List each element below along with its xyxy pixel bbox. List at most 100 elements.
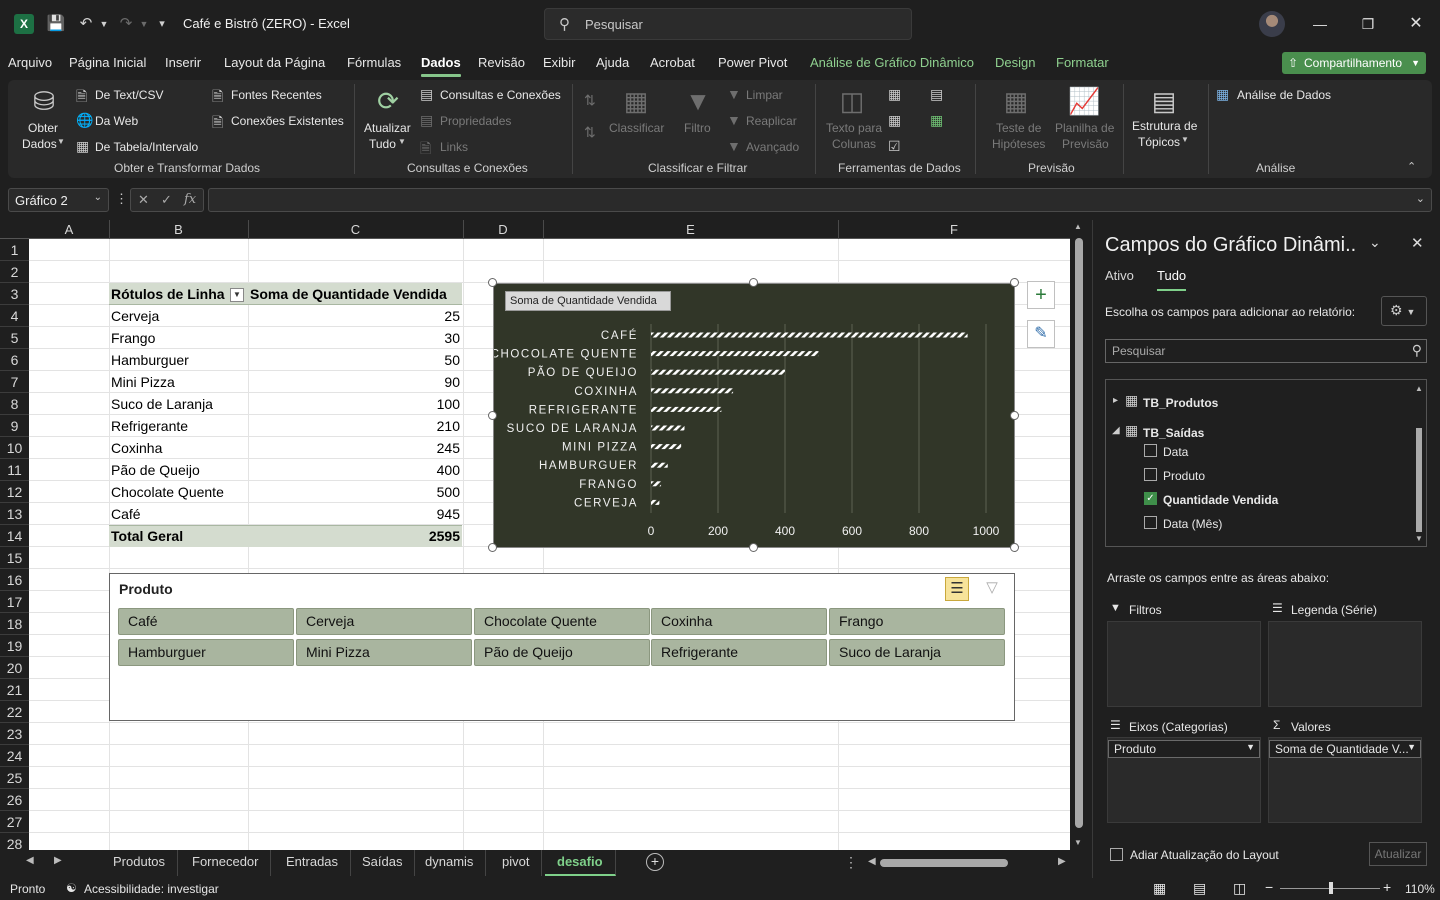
tab-tudo[interactable]: Tudo — [1157, 268, 1187, 291]
sheet-tab-pivot[interactable]: pivot — [490, 850, 543, 876]
field-list-scrollbar[interactable]: ▲ ▼ — [1414, 384, 1424, 544]
sort-icon[interactable]: ▦ — [620, 84, 652, 118]
more-icon[interactable]: ⋮ — [844, 854, 858, 871]
text-to-columns-icon[interactable]: ◫ — [836, 84, 868, 118]
teste-hipoteses-label2[interactable]: Hipóteses — [992, 137, 1045, 151]
accessibility-icon[interactable]: ☯ — [66, 881, 77, 895]
analise-dados-button[interactable]: Análise de Dados — [1237, 88, 1331, 102]
row-header-28[interactable]: 28 — [0, 833, 29, 850]
estrutura-topicos-label1[interactable]: Estrutura de — [1132, 119, 1197, 133]
planilha-previsao-label2[interactable]: Previsão — [1062, 137, 1109, 151]
valores-field-soma[interactable]: Soma de Quantidade V... ▼ — [1269, 740, 1421, 758]
fx-icon[interactable]: fx — [184, 192, 196, 207]
pivot-row-value[interactable]: 50 — [380, 349, 460, 371]
pivot-row-label-header[interactable]: Rótulos de Linha — [111, 283, 225, 305]
sheet-tab-fornecedor[interactable]: Fornecedor — [180, 850, 272, 876]
resize-handle[interactable] — [749, 278, 758, 287]
pivot-row-label[interactable]: Pão de Queijo — [111, 459, 200, 481]
field-label[interactable]: Quantidade Vendida — [1163, 493, 1278, 507]
row-header-24[interactable]: 24 — [0, 745, 29, 767]
menu-tab-inserir[interactable]: Inserir — [165, 55, 201, 70]
chart-bar[interactable] — [651, 388, 734, 394]
pivot-row-label[interactable]: Frango — [111, 327, 155, 349]
menu-tab-power-pivot[interactable]: Power Pivot — [718, 55, 787, 70]
resize-handle[interactable] — [1010, 410, 1019, 420]
slicer-item[interactable]: Mini Pizza — [296, 639, 472, 666]
slicer-item[interactable]: Coxinha — [651, 608, 827, 635]
scroll-down-icon[interactable]: ▼ — [1074, 838, 1082, 847]
chart-bar[interactable] — [651, 499, 660, 505]
chart-bar[interactable] — [651, 481, 662, 487]
resize-handle[interactable] — [488, 410, 497, 420]
de-text-csv-button[interactable]: De Text/CSV — [95, 88, 163, 102]
row-header-2[interactable]: 2 — [0, 261, 29, 283]
field-checkbox[interactable]: ✓ — [1144, 492, 1157, 505]
name-box[interactable]: Gráfico 2 ⌄ — [8, 188, 109, 212]
atualizar-label1[interactable]: Atualizar — [364, 121, 411, 135]
resize-handle[interactable] — [488, 278, 497, 287]
expand-icon[interactable]: ▸ — [1113, 395, 1118, 406]
remove-duplicates-icon[interactable]: ▦ — [888, 112, 901, 129]
data-validation-icon[interactable]: ☑ — [888, 138, 901, 155]
minimize-icon[interactable]: — — [1308, 12, 1332, 36]
enter-icon[interactable]: ✓ — [161, 192, 172, 208]
sheet-tab-produtos[interactable]: Produtos — [101, 850, 179, 876]
chart-bar[interactable] — [651, 425, 685, 431]
pivot-row-value[interactable]: 90 — [380, 371, 460, 393]
zoom-level[interactable]: 110% — [1405, 882, 1435, 896]
page-break-icon[interactable]: ◫ — [1233, 880, 1246, 897]
row-header-16[interactable]: 16 — [0, 569, 29, 591]
consultas-conexoes-button[interactable]: Consultas e Conexões — [440, 88, 561, 102]
horizontal-scrollbar[interactable]: ◀ ▶ — [868, 856, 1068, 870]
filter-dropdown-icon[interactable]: ▼ — [230, 288, 244, 302]
close-icon[interactable]: ✕ — [1404, 12, 1428, 36]
slicer-item[interactable]: Chocolate Quente — [474, 608, 650, 635]
column-header-c[interactable]: C — [248, 222, 463, 237]
menu-tab-formatar[interactable]: Formatar — [1056, 55, 1109, 70]
forecast-sheet-icon[interactable]: 📈 — [1068, 84, 1100, 118]
pivot-row-label[interactable]: Chocolate Quente — [111, 481, 224, 503]
chart-bar[interactable] — [651, 462, 668, 468]
add-sheet-icon[interactable]: + — [646, 853, 664, 871]
formula-input[interactable]: ⌄ — [208, 188, 1432, 212]
share-button[interactable]: ⇧ Compartilhamento ▼ — [1282, 52, 1426, 74]
pivot-row-label[interactable]: Mini Pizza — [111, 371, 175, 393]
category-label[interactable]: MINI PIZZA — [562, 442, 638, 454]
pivot-row-label[interactable]: Coxinha — [111, 437, 162, 459]
resize-handle[interactable] — [488, 543, 497, 552]
pivot-row-label[interactable]: Café — [111, 503, 141, 525]
page-layout-icon[interactable]: ▤ — [1193, 880, 1206, 897]
pivot-total-label[interactable]: Total Geral — [111, 525, 183, 547]
adiar-checkbox[interactable] — [1110, 848, 1123, 861]
scroll-left-icon[interactable]: ◀ — [868, 856, 876, 867]
scroll-up-icon[interactable]: ▲ — [1074, 222, 1082, 231]
menu-tab-p-gina-inicial[interactable]: Página Inicial — [69, 55, 146, 70]
fontes-recentes-button[interactable]: Fontes Recentes — [231, 88, 322, 102]
field-label[interactable]: Data (Mês) — [1163, 517, 1222, 531]
menu-tab-revis-o[interactable]: Revisão — [478, 55, 525, 70]
scroll-up-icon[interactable]: ▲ — [1415, 384, 1423, 393]
menu-tab-design[interactable]: Design — [995, 55, 1035, 70]
avancado-button[interactable]: Avançado — [746, 140, 799, 154]
slicer-item[interactable]: Hamburguer — [118, 639, 294, 666]
row-header-7[interactable]: 7 — [0, 371, 29, 393]
eixos-field-produto[interactable]: Produto ▼ — [1108, 740, 1260, 758]
vertical-scroll-thumb[interactable] — [1075, 238, 1083, 828]
column-header-f[interactable]: F — [838, 222, 1070, 237]
texto-colunas-label1[interactable]: Texto para — [826, 121, 882, 135]
estrutura-topicos-label2[interactable]: Tópicos — [1138, 135, 1180, 149]
pane-close-icon[interactable]: ✕ — [1411, 234, 1424, 252]
slicer-item[interactable]: Suco de Laranja — [829, 639, 1005, 666]
menu-tab-f-rmulas[interactable]: Fórmulas — [347, 55, 401, 70]
pivot-row-value[interactable]: 30 — [380, 327, 460, 349]
slicer-item[interactable]: Cerveja — [296, 608, 472, 635]
resize-handle[interactable] — [749, 543, 758, 552]
resize-handle[interactable] — [1010, 543, 1019, 552]
collapse-icon[interactable]: ◢ — [1112, 425, 1120, 436]
category-label[interactable]: HAMBURGUER — [539, 460, 638, 472]
row-header-18[interactable]: 18 — [0, 613, 29, 635]
chart-bar[interactable] — [651, 332, 968, 338]
row-header-26[interactable]: 26 — [0, 789, 29, 811]
area-filtros[interactable] — [1107, 621, 1261, 707]
clear-filter-icon[interactable]: ▽ — [980, 577, 1004, 601]
